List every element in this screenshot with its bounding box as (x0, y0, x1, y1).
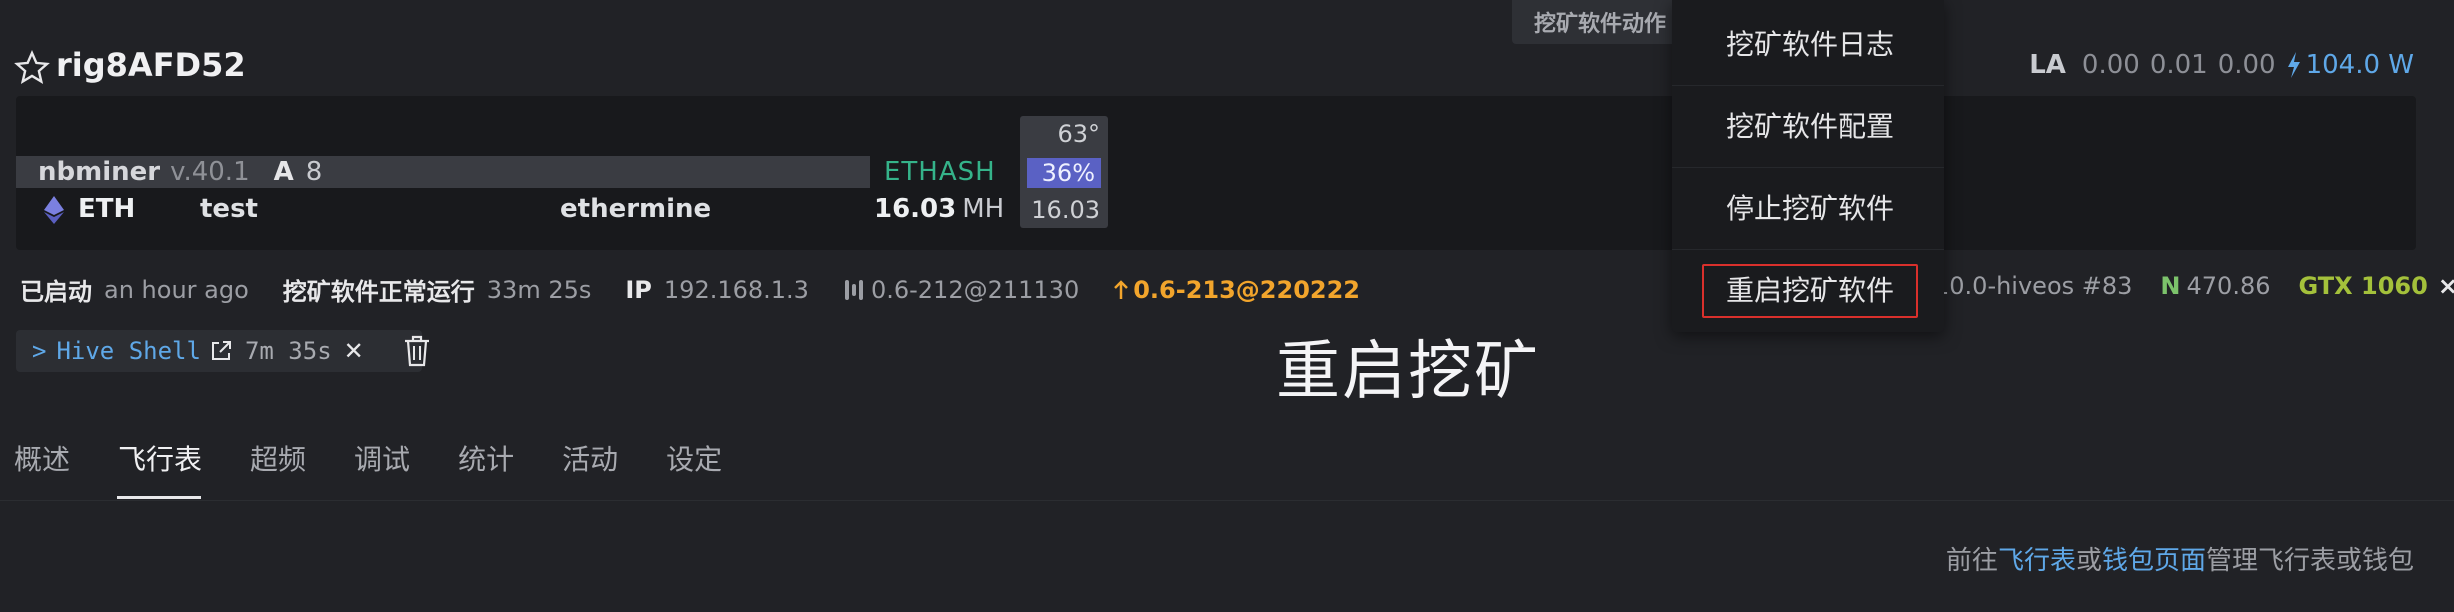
tab-overclocking[interactable]: 超频 (250, 438, 306, 478)
shell-name[interactable]: Hive Shell (56, 337, 201, 365)
flight-sheets-link[interactable]: 飞行表 (1998, 546, 2076, 576)
miner-accepted-value: 8 (305, 157, 323, 187)
coin-name: ETH (78, 194, 136, 224)
active-tab-indicator (117, 496, 201, 499)
total-hashrate: 16.03 MH (874, 194, 1004, 224)
tab-bar: 概述 飞行表 超频 调试 统计 活动 设定 (14, 438, 722, 478)
ethereum-icon (44, 196, 64, 224)
ip-value: 192.168.1.3 (663, 275, 809, 304)
miner-name: nbminer (38, 157, 161, 187)
gpu-model: GTX 1060 (2298, 272, 2428, 300)
power-readout: 104.0 W (2286, 50, 2414, 80)
update-available[interactable]: 0.6-213@220222 (1133, 276, 1360, 304)
driver-version: 470.86 (2186, 272, 2271, 300)
gpu-count: × 1 (2437, 272, 2454, 300)
tab-settings[interactable]: 设定 (666, 438, 722, 478)
ip-label: IP (625, 275, 652, 304)
tabs-divider (0, 500, 2454, 501)
la-5: 0.01 (2149, 50, 2208, 80)
footer-note: 前往飞行表或钱包页面管理飞行表或钱包 (1946, 540, 2414, 577)
la-1: 0.00 (2081, 50, 2140, 80)
action-hint: 重启挖矿 (1276, 335, 1540, 409)
arrow-up-icon (1114, 279, 1129, 299)
gpu-hashrate: 16.03 (1031, 196, 1100, 224)
hive-version-icon (844, 279, 863, 300)
gpu-fan: 36% (1027, 158, 1101, 188)
shell-prompt: > (32, 337, 47, 365)
wallet-name[interactable]: test (200, 194, 258, 224)
menu-item-miner-config[interactable]: 挖矿软件配置 (1672, 86, 1944, 168)
mining-value: 33m 25s (486, 275, 592, 304)
footer-suffix: 管理飞行表或钱包 (2205, 546, 2414, 576)
algo-label: ETHASH (884, 157, 996, 187)
wallets-link[interactable]: 钱包页面 (2102, 546, 2206, 576)
la-15: 0.00 (2217, 50, 2276, 80)
menu-item-stop-miner[interactable]: 停止挖矿软件 (1672, 168, 1944, 250)
status-row: 已启动 an hour ago 挖矿软件正常运行 33m 25s IP 192.… (20, 272, 1360, 307)
load-average: LA 0.00 0.01 0.00 104.0 W (2029, 50, 2414, 80)
trash-icon[interactable] (402, 334, 432, 368)
started-label: 已启动 (20, 278, 92, 306)
lightning-icon (2287, 52, 2300, 78)
footer-mid: 或 (2075, 546, 2102, 576)
miner-actions-menu: 挖矿软件日志 挖矿软件配置 停止挖矿软件 重启挖矿软件 (1672, 0, 1944, 332)
system-info: 10.0-hiveos #83 N 470.86 GTX 1060 × 1 (1934, 272, 2454, 300)
tab-flight-sheets[interactable]: 飞行表 (118, 438, 202, 478)
footer-prefix: 前往 (1945, 546, 1998, 576)
external-link-icon[interactable] (209, 339, 233, 363)
hive-version: 0.6-212@211130 (870, 275, 1080, 304)
tab-overview[interactable]: 概述 (14, 438, 70, 478)
nvidia-label: N (2160, 272, 2181, 300)
tab-tuning[interactable]: 调试 (354, 438, 410, 478)
power-value: 104.0 W (2305, 50, 2414, 80)
miner-row[interactable]: nbminer v.40.1 A 8 (38, 156, 322, 188)
shell-time: 7m 35s (244, 337, 332, 365)
hive-shell[interactable]: > Hive Shell 7m 35s ✕ (16, 330, 422, 372)
tab-statistics[interactable]: 统计 (458, 438, 514, 478)
menu-item-miner-log[interactable]: 挖矿软件日志 (1672, 4, 1944, 86)
rig-name: rig8AFD52 (56, 46, 246, 84)
gpu-temperature: 63° (1057, 120, 1100, 148)
mining-label: 挖矿软件正常运行 (282, 278, 475, 306)
miner-version: v.40.1 (170, 157, 250, 187)
kernel-version: 10.0-hiveos #83 (1934, 272, 2133, 300)
miner-actions-button[interactable]: 挖矿软件动作 (1512, 0, 1684, 44)
pool-name: ethermine (560, 194, 712, 224)
favorite-star-icon[interactable] (14, 50, 50, 86)
hashrate-unit: MH (962, 194, 1005, 224)
la-label: LA (2029, 50, 2066, 80)
close-icon[interactable]: ✕ (344, 337, 364, 365)
miner-accepted-label: A (273, 157, 294, 187)
menu-item-restart-miner[interactable]: 重启挖矿软件 (1702, 264, 1918, 318)
started-value: an hour ago (104, 275, 249, 304)
tab-activity[interactable]: 活动 (562, 438, 618, 478)
hashrate-value: 16.03 (874, 194, 957, 224)
